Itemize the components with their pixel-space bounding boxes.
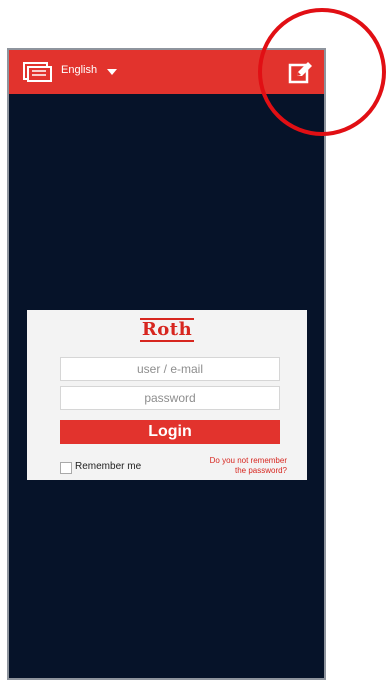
remember-me-checkbox[interactable] [60, 462, 72, 474]
forgot-password-link[interactable]: Do you not remember the password? [175, 456, 287, 476]
screenshot-page: English Roth Login Remember me Do you no… [0, 0, 387, 683]
login-card: Roth Login Remember me Do you not rememb… [27, 310, 307, 480]
forgot-password-line1[interactable]: Do you not remember [175, 456, 287, 466]
language-icon[interactable] [22, 60, 52, 84]
login-button[interactable]: Login [60, 420, 280, 444]
brand-logo: Roth [27, 318, 307, 342]
chevron-down-icon[interactable] [107, 69, 117, 75]
password-input[interactable] [60, 386, 280, 410]
highlight-circle-annotation [258, 8, 386, 136]
brand-logo-text: Roth [139, 318, 195, 342]
app-screen: English Roth Login Remember me Do you no… [7, 48, 326, 680]
remember-me-label[interactable]: Remember me [75, 461, 141, 472]
forgot-password-line2[interactable]: the password? [175, 466, 287, 476]
user-email-input[interactable] [60, 357, 280, 381]
language-selector-label[interactable]: English [61, 64, 97, 76]
